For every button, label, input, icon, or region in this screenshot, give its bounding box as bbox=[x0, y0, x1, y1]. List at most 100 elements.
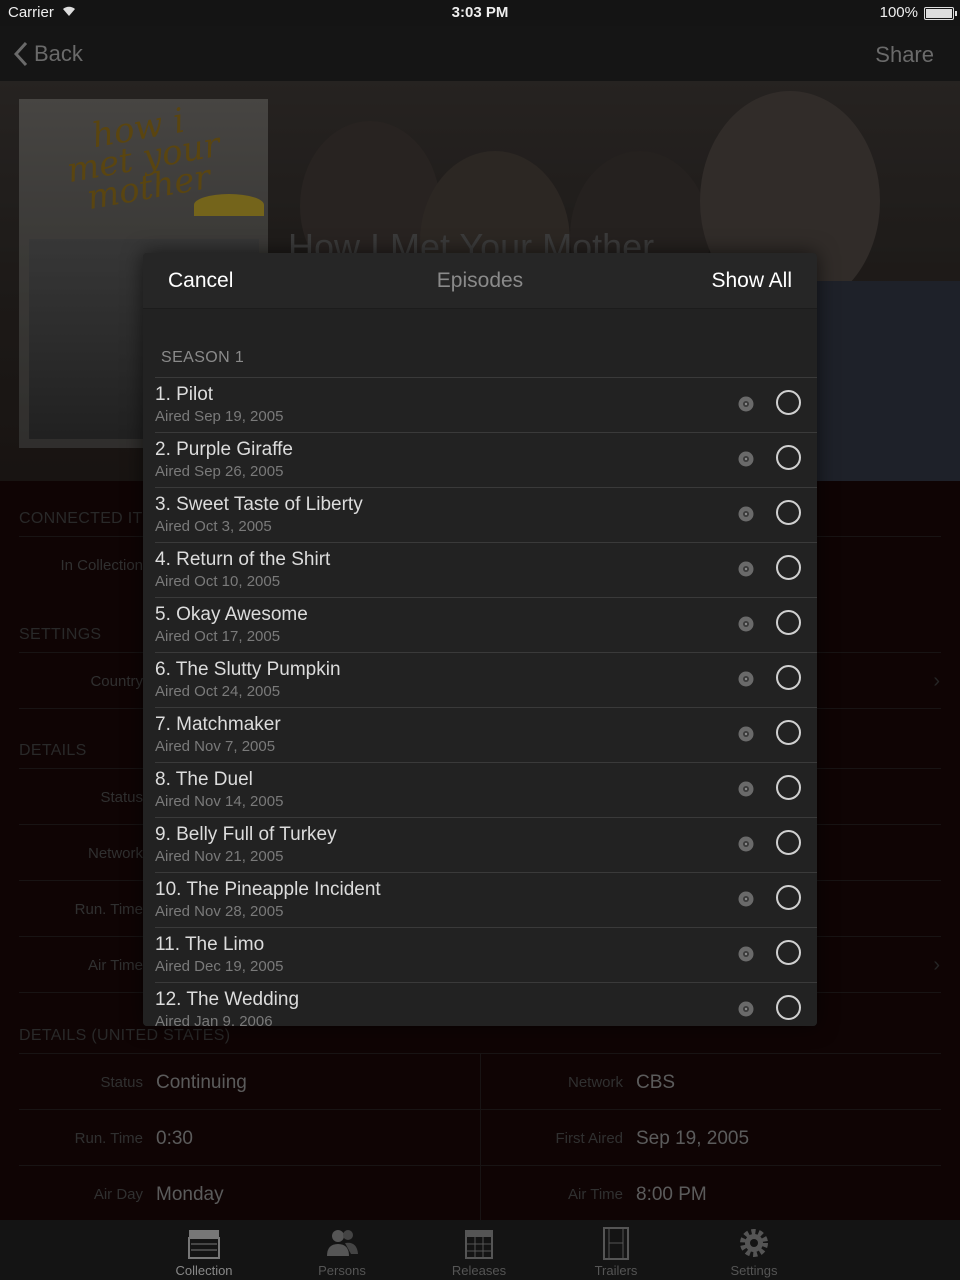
episodes-modal: Cancel Episodes Show All SEASON 1 1. Pil… bbox=[143, 253, 817, 1026]
status-bar: Carrier 3:03 PM 100% bbox=[0, 0, 960, 26]
row-divider bbox=[155, 652, 817, 653]
tab-persons[interactable]: Persons bbox=[282, 1220, 402, 1280]
persons-icon bbox=[327, 1230, 358, 1256]
row-divider bbox=[155, 432, 817, 433]
tab-releases[interactable]: Releases bbox=[419, 1220, 539, 1280]
episode-air-date: Aired Sep 19, 2005 bbox=[155, 408, 284, 425]
episode-title: 7. Matchmaker bbox=[155, 714, 281, 735]
battery-icon bbox=[924, 7, 957, 20]
watched-toggle[interactable] bbox=[776, 775, 801, 800]
battery-percent: 100% bbox=[879, 4, 918, 21]
episode-title: 8. The Duel bbox=[155, 769, 253, 790]
episode-air-date: Aired Oct 10, 2005 bbox=[155, 573, 281, 590]
episode-air-date: Aired Oct 17, 2005 bbox=[155, 628, 281, 645]
episode-title: 12. The Wedding bbox=[155, 989, 300, 1010]
navigation-bar: Back Share bbox=[0, 26, 960, 81]
season-header: SEASON 1 bbox=[161, 349, 245, 366]
episode-air-date: Aired Nov 14, 2005 bbox=[155, 793, 284, 810]
watched-toggle[interactable] bbox=[776, 390, 801, 415]
back-button[interactable]: Back bbox=[14, 39, 83, 69]
episode-air-date: Aired Jan 9, 2006 bbox=[155, 1013, 273, 1026]
watched-toggle[interactable] bbox=[776, 665, 801, 690]
episode-air-date: Aired Nov 28, 2005 bbox=[155, 903, 284, 920]
row-divider bbox=[155, 982, 817, 983]
episode-row[interactable]: 4. Return of the Shirt Aired Oct 10, 2005 bbox=[143, 542, 817, 597]
episode-air-date: Aired Nov 7, 2005 bbox=[155, 738, 276, 755]
chevron-left-icon bbox=[14, 41, 28, 67]
episode-row[interactable]: 10. The Pineapple Incident Aired Nov 28, … bbox=[143, 872, 817, 927]
watched-toggle[interactable] bbox=[776, 500, 801, 525]
tab-collection[interactable]: Collection bbox=[144, 1220, 264, 1280]
tab-label: Persons bbox=[318, 1263, 366, 1278]
row-divider bbox=[155, 707, 817, 708]
row-divider bbox=[155, 487, 817, 488]
row-divider bbox=[155, 377, 817, 378]
tab-label: Collection bbox=[175, 1263, 233, 1278]
collection-disc-icon[interactable] bbox=[738, 781, 754, 797]
episode-row[interactable]: 7. Matchmaker Aired Nov 7, 2005 bbox=[143, 707, 817, 762]
episode-row[interactable]: 3. Sweet Taste of Liberty Aired Oct 3, 20… bbox=[143, 487, 817, 542]
episode-air-date: Aired Nov 21, 2005 bbox=[155, 848, 284, 865]
tab-trailers[interactable]: Trailers bbox=[556, 1220, 676, 1280]
row-divider bbox=[155, 872, 817, 873]
episode-title: 6. The Slutty Pumpkin bbox=[155, 659, 341, 680]
episode-title: 4. Return of the Shirt bbox=[155, 549, 331, 570]
watched-toggle[interactable] bbox=[776, 885, 801, 910]
episode-title: 3. Sweet Taste of Liberty bbox=[155, 494, 363, 515]
tab-bar: Collection Persons Releases Trailers Set… bbox=[0, 1220, 960, 1280]
collection-disc-icon[interactable] bbox=[738, 946, 754, 962]
film-strip-icon bbox=[603, 1227, 629, 1260]
tab-settings[interactable]: Settings bbox=[694, 1220, 814, 1280]
modal-header: Cancel Episodes Show All bbox=[143, 253, 817, 309]
tab-label: Settings bbox=[730, 1263, 778, 1278]
show-all-button[interactable]: Show All bbox=[711, 269, 792, 293]
episode-row[interactable]: 8. The Duel Aired Nov 14, 2005 bbox=[143, 762, 817, 817]
collection-disc-icon[interactable] bbox=[738, 891, 754, 907]
watched-toggle[interactable] bbox=[776, 610, 801, 635]
episode-air-date: Aired Oct 24, 2005 bbox=[155, 683, 281, 700]
collection-disc-icon[interactable] bbox=[738, 561, 754, 577]
tab-label: Releases bbox=[451, 1263, 507, 1278]
episode-row[interactable]: 1. Pilot Aired Sep 19, 2005 bbox=[143, 377, 817, 432]
episode-row[interactable]: 12. The Wedding Aired Jan 9, 2006 bbox=[143, 982, 817, 1026]
episode-air-date: Aired Oct 3, 2005 bbox=[155, 518, 272, 535]
watched-toggle[interactable] bbox=[776, 445, 801, 470]
episode-title: 9. Belly Full of Turkey bbox=[155, 824, 337, 845]
tab-label: Trailers bbox=[594, 1263, 638, 1278]
episode-row[interactable]: 6. The Slutty Pumpkin Aired Oct 24, 2005 bbox=[143, 652, 817, 707]
collection-disc-icon[interactable] bbox=[738, 1001, 754, 1017]
collection-disc-icon[interactable] bbox=[738, 616, 754, 632]
clapperboard-icon bbox=[188, 1230, 220, 1259]
watched-toggle[interactable] bbox=[776, 555, 801, 580]
watched-toggle[interactable] bbox=[776, 720, 801, 745]
episode-row[interactable]: 9. Belly Full of Turkey Aired Nov 21, 200… bbox=[143, 817, 817, 872]
watched-toggle[interactable] bbox=[776, 995, 801, 1020]
collection-disc-icon[interactable] bbox=[738, 671, 754, 687]
episode-row[interactable]: 11. The Limo Aired Dec 19, 2005 bbox=[143, 927, 817, 982]
row-divider bbox=[155, 762, 817, 763]
row-divider bbox=[155, 597, 817, 598]
collection-disc-icon[interactable] bbox=[738, 506, 754, 522]
episode-air-date: Aired Sep 26, 2005 bbox=[155, 463, 284, 480]
collection-disc-icon[interactable] bbox=[738, 396, 754, 412]
episode-title: 11. The Limo bbox=[155, 934, 265, 955]
episode-title: 1. Pilot bbox=[155, 384, 214, 405]
episode-title: 2. Purple Giraffe bbox=[155, 439, 294, 460]
episode-row[interactable]: 2. Purple Giraffe Aired Sep 26, 2005 bbox=[143, 432, 817, 487]
watched-toggle[interactable] bbox=[776, 830, 801, 855]
row-divider bbox=[155, 927, 817, 928]
episode-row[interactable]: 5. Okay Awesome Aired Oct 17, 2005 bbox=[143, 597, 817, 652]
share-button[interactable]: Share bbox=[875, 42, 934, 68]
watched-toggle[interactable] bbox=[776, 940, 801, 965]
gear-icon bbox=[740, 1229, 768, 1257]
episode-title: 5. Okay Awesome bbox=[155, 604, 308, 625]
collection-disc-icon[interactable] bbox=[738, 726, 754, 742]
collection-disc-icon[interactable] bbox=[738, 451, 754, 467]
row-divider bbox=[155, 817, 817, 818]
episode-title: 10. The Pineapple Incident bbox=[155, 879, 381, 900]
collection-disc-icon[interactable] bbox=[738, 836, 754, 852]
calendar-icon bbox=[465, 1230, 493, 1259]
episode-list[interactable]: SEASON 1 1. Pilot Aired Sep 19, 2005 2. Pu… bbox=[143, 309, 817, 1026]
back-label: Back bbox=[34, 41, 83, 66]
clock: 3:03 PM bbox=[451, 4, 509, 21]
